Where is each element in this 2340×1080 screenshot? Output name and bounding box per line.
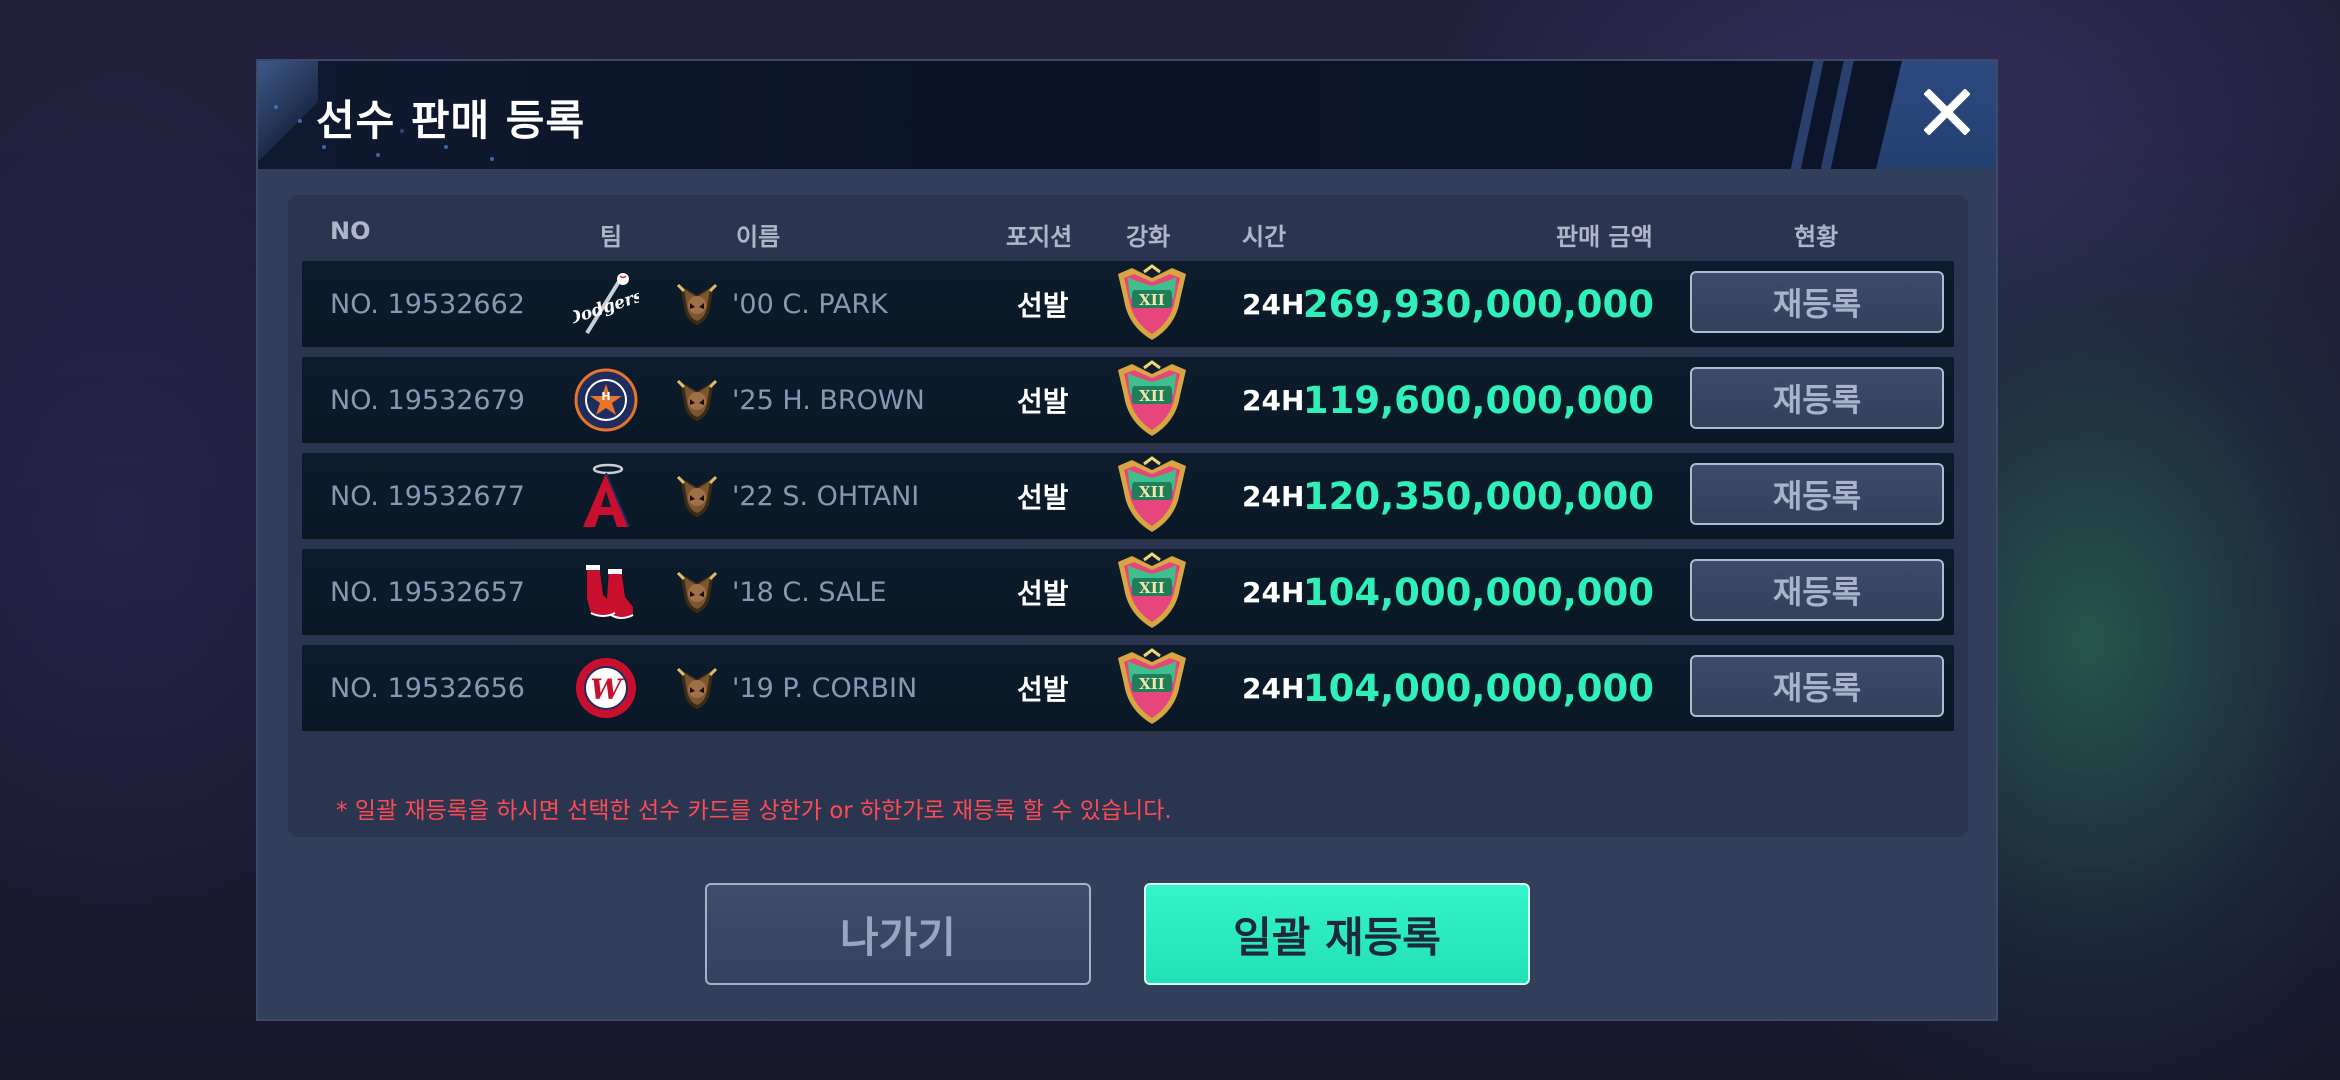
svg-text:XII: XII	[1139, 291, 1165, 309]
svg-text:XII: XII	[1139, 579, 1165, 597]
position: 선발	[1017, 673, 1069, 706]
col-status: 현황	[1794, 223, 1839, 251]
position: 선발	[1017, 577, 1069, 610]
sale-price: 269,930,000,000	[1302, 282, 1654, 326]
reregister-button[interactable]: 재등록	[1690, 655, 1944, 717]
enhance-grade-icon: XII	[1114, 261, 1190, 347]
sale-price: 104,000,000,000	[1302, 666, 1654, 710]
header-accent	[258, 61, 318, 169]
close-icon	[1924, 89, 1970, 135]
enhance-grade-icon: XII	[1114, 645, 1190, 731]
table-row[interactable]: NO. 19532662 Dodgers '00 C. PARK 선발 XII …	[302, 261, 1954, 347]
sale-time: 24H	[1242, 287, 1305, 321]
position: 선발	[1017, 481, 1069, 514]
reregister-button[interactable]: 재등록	[1690, 559, 1944, 621]
card-grade-badge-icon	[674, 645, 720, 731]
sale-price: 119,600,000,000	[1302, 378, 1654, 422]
sale-rows: NO. 19532662 Dodgers '00 C. PARK 선발 XII …	[302, 261, 1954, 741]
column-headers: NO 팀 이름 포지션 강화 시간 판매 금액 현황	[288, 195, 1968, 259]
sale-time: 24H	[1242, 575, 1305, 609]
col-position: 포지션	[1006, 223, 1073, 251]
col-time: 시간	[1242, 223, 1287, 251]
position: 선발	[1017, 289, 1069, 322]
table-row[interactable]: NO. 19532679 H '25 H. BROWN 선발 XII 24H 1…	[302, 357, 1954, 443]
bulk-reregister-button[interactable]: 일괄 재등록	[1144, 883, 1530, 985]
svg-text:Dodgers: Dodgers	[573, 286, 639, 330]
table-row[interactable]: NO. 19532656 W '19 P. CORBIN 선발 XII 24H …	[302, 645, 1954, 731]
svg-text:XII: XII	[1139, 387, 1165, 405]
svg-text:W: W	[590, 673, 624, 706]
close-button[interactable]	[1876, 61, 1996, 169]
reregister-button[interactable]: 재등록	[1690, 271, 1944, 333]
row-number: NO. 19532679	[330, 384, 525, 416]
sale-price: 120,350,000,000	[1302, 474, 1654, 518]
table-row[interactable]: NO. 19532657 '18 C. SALE 선발 XII 24H 104,…	[302, 549, 1954, 635]
enhance-grade-icon: XII	[1114, 357, 1190, 443]
dialog-title: 선수 판매 등록	[316, 96, 586, 145]
player-name: '18 C. SALE	[732, 576, 887, 608]
header-stripes	[1786, 61, 1876, 169]
player-name: '19 P. CORBIN	[732, 672, 918, 704]
reregister-button[interactable]: 재등록	[1690, 367, 1944, 429]
sale-time: 24H	[1242, 479, 1305, 513]
row-number: NO. 19532657	[330, 576, 525, 608]
position: 선발	[1017, 385, 1069, 418]
player-sale-dialog: 선수 판매 등록 NO 팀 이름 포지션 강화 시간 판매 금액 현황 NO. …	[256, 59, 1998, 1021]
dialog-header: 선수 판매 등록	[258, 61, 1996, 169]
card-grade-badge-icon	[674, 261, 720, 347]
col-no: NO	[330, 217, 371, 245]
reregister-button[interactable]: 재등록	[1690, 463, 1944, 525]
red-sox-logo-icon	[572, 549, 640, 635]
sale-time: 24H	[1242, 671, 1305, 705]
sale-list-panel: NO 팀 이름 포지션 강화 시간 판매 금액 현황 NO. 19532662 …	[288, 195, 1968, 837]
col-price: 판매 금액	[1556, 223, 1653, 251]
svg-text:XII: XII	[1139, 483, 1165, 501]
col-team: 팀	[600, 223, 623, 251]
row-number: NO. 19532677	[330, 480, 525, 512]
sale-price: 104,000,000,000	[1302, 570, 1654, 614]
card-grade-badge-icon	[674, 357, 720, 443]
enhance-grade-icon: XII	[1114, 453, 1190, 539]
svg-text:XII: XII	[1139, 675, 1165, 693]
exit-button[interactable]: 나가기	[705, 883, 1091, 985]
svg-text:H: H	[601, 390, 610, 403]
card-grade-badge-icon	[674, 549, 720, 635]
card-grade-badge-icon	[674, 453, 720, 539]
col-name: 이름	[736, 223, 781, 251]
row-number: NO. 19532662	[330, 288, 525, 320]
sale-time: 24H	[1242, 383, 1305, 417]
enhance-grade-icon: XII	[1114, 549, 1190, 635]
table-row[interactable]: NO. 19532677 '22 S. OHTANI 선발 XII 24H 12…	[302, 453, 1954, 539]
col-enhance: 강화	[1126, 223, 1171, 251]
dodgers-logo-icon: Dodgers	[572, 261, 640, 347]
nationals-logo-icon: W	[572, 645, 640, 731]
player-name: '00 C. PARK	[732, 288, 888, 320]
player-name: '25 H. BROWN	[732, 384, 925, 416]
player-name: '22 S. OHTANI	[732, 480, 920, 512]
bulk-reregister-notice: * 일괄 재등록을 하시면 선택한 선수 카드를 상한가 or 하한가로 재등록…	[336, 798, 1172, 824]
angels-logo-icon	[572, 453, 640, 539]
row-number: NO. 19532656	[330, 672, 525, 704]
astros-logo-icon: H	[572, 357, 640, 443]
